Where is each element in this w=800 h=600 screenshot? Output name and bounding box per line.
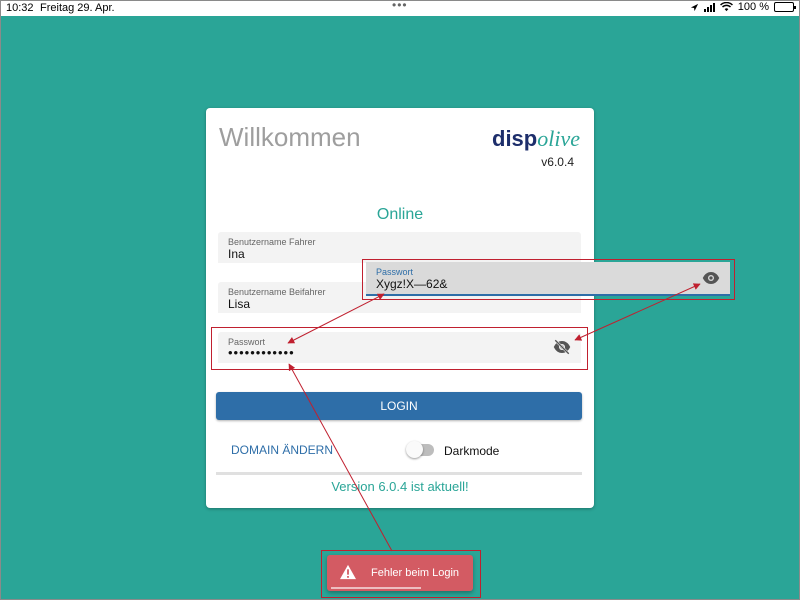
multitasking-dots[interactable]: •••: [392, 0, 408, 12]
status-time: 10:32: [6, 2, 34, 14]
revealed-password-value[interactable]: Xygz!X—62&: [376, 277, 447, 291]
battery-icon: [774, 2, 796, 12]
error-toast-text: Fehler beim Login: [371, 567, 460, 579]
driver-username-value[interactable]: Ina: [228, 247, 245, 261]
eye-icon[interactable]: [702, 270, 720, 286]
login-button[interactable]: LOGIN: [216, 392, 582, 420]
codriver-username-value[interactable]: Lisa: [228, 297, 250, 311]
page-title: Willkommen: [219, 122, 361, 152]
app-version: v6.0.4: [541, 155, 574, 169]
change-domain-button[interactable]: DOMAIN ÄNDERN: [231, 443, 333, 457]
battery-percent: 100 %: [737, 1, 769, 13]
version-status: Version 6.0.4 ist aktuell!: [331, 479, 469, 494]
status-date: Freitag 29. Apr.: [40, 2, 115, 14]
darkmode-toggle-knob[interactable]: [406, 441, 423, 458]
connection-status: Online: [376, 206, 424, 223]
toast-progress: [331, 587, 421, 589]
codriver-username-label: Benutzername Beifahrer: [228, 287, 326, 297]
status-bar: 10:32 Freitag 29. Apr. ••• 100 %: [0, 0, 800, 16]
error-toast[interactable]: Fehler beim Login: [327, 555, 473, 591]
wifi-icon: [719, 2, 733, 12]
login-card: Willkommen dispolive v6.0.4 Online Benut…: [206, 108, 594, 508]
password-field-highlight: [211, 327, 588, 370]
revealed-password-label: Passwort: [376, 267, 414, 277]
dispolive-logo: dispolive: [492, 126, 580, 151]
signal-icon: [703, 2, 715, 12]
darkmode-toggle[interactable]: [406, 441, 434, 458]
divider: [216, 472, 582, 475]
darkmode-label: Darkmode: [444, 444, 500, 458]
revealed-password-field[interactable]: Passwort Xygz!X—62&: [366, 262, 730, 296]
location-icon: [690, 3, 698, 11]
warning-icon: [340, 564, 356, 580]
status-right: 100 %: [690, 1, 796, 13]
driver-username-label: Benutzername Fahrer: [228, 237, 316, 247]
